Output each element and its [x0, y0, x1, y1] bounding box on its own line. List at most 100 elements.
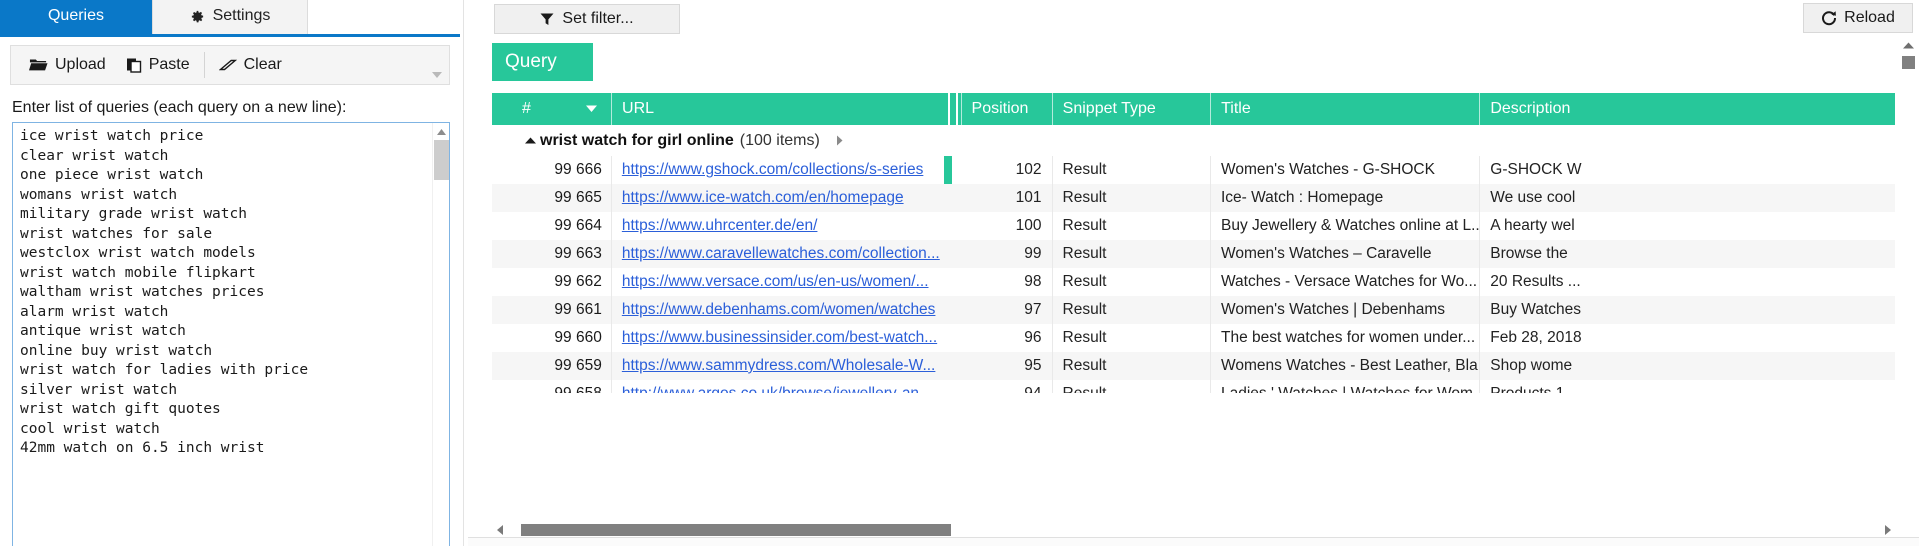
cell-position: 99	[1024, 245, 1042, 262]
table-row[interactable]: 99 663 https://www.caravellewatches.com/c…	[492, 240, 1895, 268]
tab-settings[interactable]: Settings	[152, 0, 308, 34]
horizontal-scroll-thumb[interactable]	[521, 524, 951, 536]
cell-snippet-type: Result	[1051, 212, 1210, 240]
results-vertical-scrollbar[interactable]	[1897, 36, 1919, 538]
clear-button[interactable]: Clear	[209, 49, 292, 81]
chevron-down-icon[interactable]	[586, 105, 598, 113]
cell-position: 102	[1015, 161, 1042, 178]
chevron-right-icon[interactable]	[836, 135, 844, 146]
paste-button[interactable]: Paste	[116, 49, 200, 81]
group-header-row[interactable]: wrist watch for girl online (100 items)	[492, 125, 1895, 156]
url-link[interactable]: https://www.versace.com/us/en-us/women/.…	[622, 273, 929, 291]
cell-url: https://www.sammydress.com/Wholesale-W..…	[610, 352, 945, 380]
url-link[interactable]: http://www.argos.co.uk/browse/jewellery-…	[622, 385, 932, 393]
cell-position: 100	[1015, 217, 1042, 234]
gear-icon	[190, 9, 205, 24]
column-header-url[interactable]: URL	[611, 93, 945, 125]
grip-icon	[945, 93, 961, 125]
set-filter-button[interactable]: Set filter...	[494, 4, 680, 34]
cell-description: Feb 28, 2018	[1479, 324, 1895, 352]
scroll-left-icon[interactable]	[492, 522, 508, 538]
url-link[interactable]: https://www.gshock.com/collections/s-ser…	[622, 161, 924, 179]
table-row[interactable]: 99 660 https://www.businessinsider.com/be…	[492, 324, 1895, 352]
column-header-description-label: Description	[1490, 100, 1571, 117]
cell-title: Womens Watches - Best Leather, Bla...	[1209, 352, 1479, 380]
queries-textarea-content: ice wrist watch price clear wrist watch …	[20, 128, 309, 456]
cell-title: Ladies ' Watches | Watches for Wom...	[1209, 380, 1479, 393]
cell-accent-gap	[944, 324, 960, 352]
tab-queries-label: Queries	[47, 6, 105, 24]
url-link[interactable]: https://www.sammydress.com/Wholesale-W..…	[622, 357, 936, 375]
results-grid-area: Query # URL Position Snippet Type Title …	[492, 36, 1919, 546]
toolbar-separator	[203, 52, 205, 78]
queries-textarea[interactable]: ice wrist watch price clear wrist watch …	[12, 122, 450, 546]
table-row[interactable]: 99 662 https://www.versace.com/us/en-us/w…	[492, 268, 1895, 296]
column-header-description[interactable]: Description	[1479, 93, 1895, 125]
table-row[interactable]: 99 658 http://www.argos.co.uk/browse/jewe…	[492, 380, 1895, 393]
queries-textarea-scroll-thumb[interactable]	[434, 140, 449, 180]
cell-accent-gap	[944, 212, 960, 240]
group-title: wrist watch for girl online	[540, 131, 734, 149]
cell-snippet-type: Result	[1051, 296, 1210, 324]
queries-textarea-scrollbar[interactable]	[432, 123, 449, 546]
url-link[interactable]: https://www.debenhams.com/women/watches	[622, 301, 936, 319]
cell-accent-gap	[944, 184, 960, 212]
cell-title: The best watches for women under...	[1209, 324, 1479, 352]
cell-title: Women's Watches – Caravelle	[1209, 240, 1479, 268]
clear-label: Clear	[243, 56, 282, 73]
cell-position: 96	[1024, 329, 1042, 346]
cell-num: 99 662	[554, 273, 602, 290]
column-header-title[interactable]: Title	[1210, 93, 1479, 125]
column-header-url-label: URL	[622, 100, 655, 117]
scroll-right-icon[interactable]	[1879, 522, 1895, 538]
query-chip[interactable]: Query	[492, 43, 593, 81]
refresh-icon	[1821, 10, 1837, 26]
table-row[interactable]: 99 659 https://www.sammydress.com/Wholesa…	[492, 352, 1895, 380]
cell-description: Shop wome	[1479, 352, 1895, 380]
cell-url: http://www.argos.co.uk/browse/jewellery-…	[610, 380, 945, 393]
table-row[interactable]: 99 665 https://www.ice-watch.com/en/homep…	[492, 184, 1895, 212]
table-row[interactable]: 99 661 https://www.debenhams.com/women/wa…	[492, 296, 1895, 324]
results-grid-header: # URL Position Snippet Type Title Descri…	[492, 93, 1895, 125]
column-resize-handle[interactable]	[945, 93, 961, 125]
tab-queries[interactable]: Queries	[0, 0, 152, 34]
column-header-position[interactable]: Position	[960, 93, 1052, 125]
cell-url: https://www.ice-watch.com/en/homepage	[610, 184, 945, 212]
cell-snippet-type: Result	[1051, 156, 1210, 184]
cell-position: 97	[1024, 301, 1042, 318]
funnel-icon	[540, 12, 554, 26]
upload-button[interactable]: Upload	[19, 49, 116, 81]
group-accent-bar	[944, 156, 953, 184]
scroll-up-icon[interactable]	[433, 123, 449, 140]
horizontal-scrollbar[interactable]	[492, 522, 1895, 538]
results-vertical-scroll-thumb[interactable]	[1901, 56, 1915, 69]
reload-button[interactable]: Reload	[1803, 3, 1913, 33]
column-header-snippet-type[interactable]: Snippet Type	[1051, 93, 1210, 125]
url-link[interactable]: https://www.businessinsider.com/best-wat…	[622, 329, 937, 347]
cell-description: Browse the	[1479, 240, 1895, 268]
cell-snippet-type: Result	[1051, 324, 1210, 352]
toolbar-overflow-icon[interactable]	[431, 69, 443, 81]
cell-url: https://www.debenhams.com/women/watches	[610, 296, 945, 324]
scroll-up-icon-right[interactable]	[1897, 36, 1919, 54]
horizontal-scroll-track[interactable]	[508, 522, 1879, 538]
url-link[interactable]: https://www.caravellewatches.com/collect…	[622, 245, 940, 263]
cell-title: Ice- Watch : Homepage	[1209, 184, 1479, 212]
column-header-num[interactable]: #	[492, 93, 611, 125]
column-header-title-label: Title	[1221, 100, 1251, 117]
tab-settings-label: Settings	[212, 7, 271, 24]
table-row[interactable]: 99 666 https://www.gshock.com/collections…	[492, 156, 1895, 184]
url-link[interactable]: https://www.ice-watch.com/en/homepage	[622, 189, 904, 207]
cell-accent-gap	[944, 240, 960, 268]
cell-num: 99 665	[554, 189, 602, 206]
collapse-group-icon[interactable]	[520, 137, 540, 144]
table-row[interactable]: 99 664 https://www.uhrcenter.de/en/100 Res…	[492, 212, 1895, 240]
cell-url: https://www.uhrcenter.de/en/	[610, 212, 945, 240]
queries-prompt-label: Enter list of queries (each query on a n…	[12, 99, 347, 116]
url-link[interactable]: https://www.uhrcenter.de/en/	[622, 217, 818, 235]
cell-title: Buy Jewellery & Watches online at L...	[1209, 212, 1479, 240]
cell-description: Buy Watches	[1479, 296, 1895, 324]
results-rows: 99 666 https://www.gshock.com/collections…	[492, 156, 1895, 393]
panel-splitter[interactable]	[460, 0, 468, 546]
cell-position: 98	[1024, 273, 1042, 290]
